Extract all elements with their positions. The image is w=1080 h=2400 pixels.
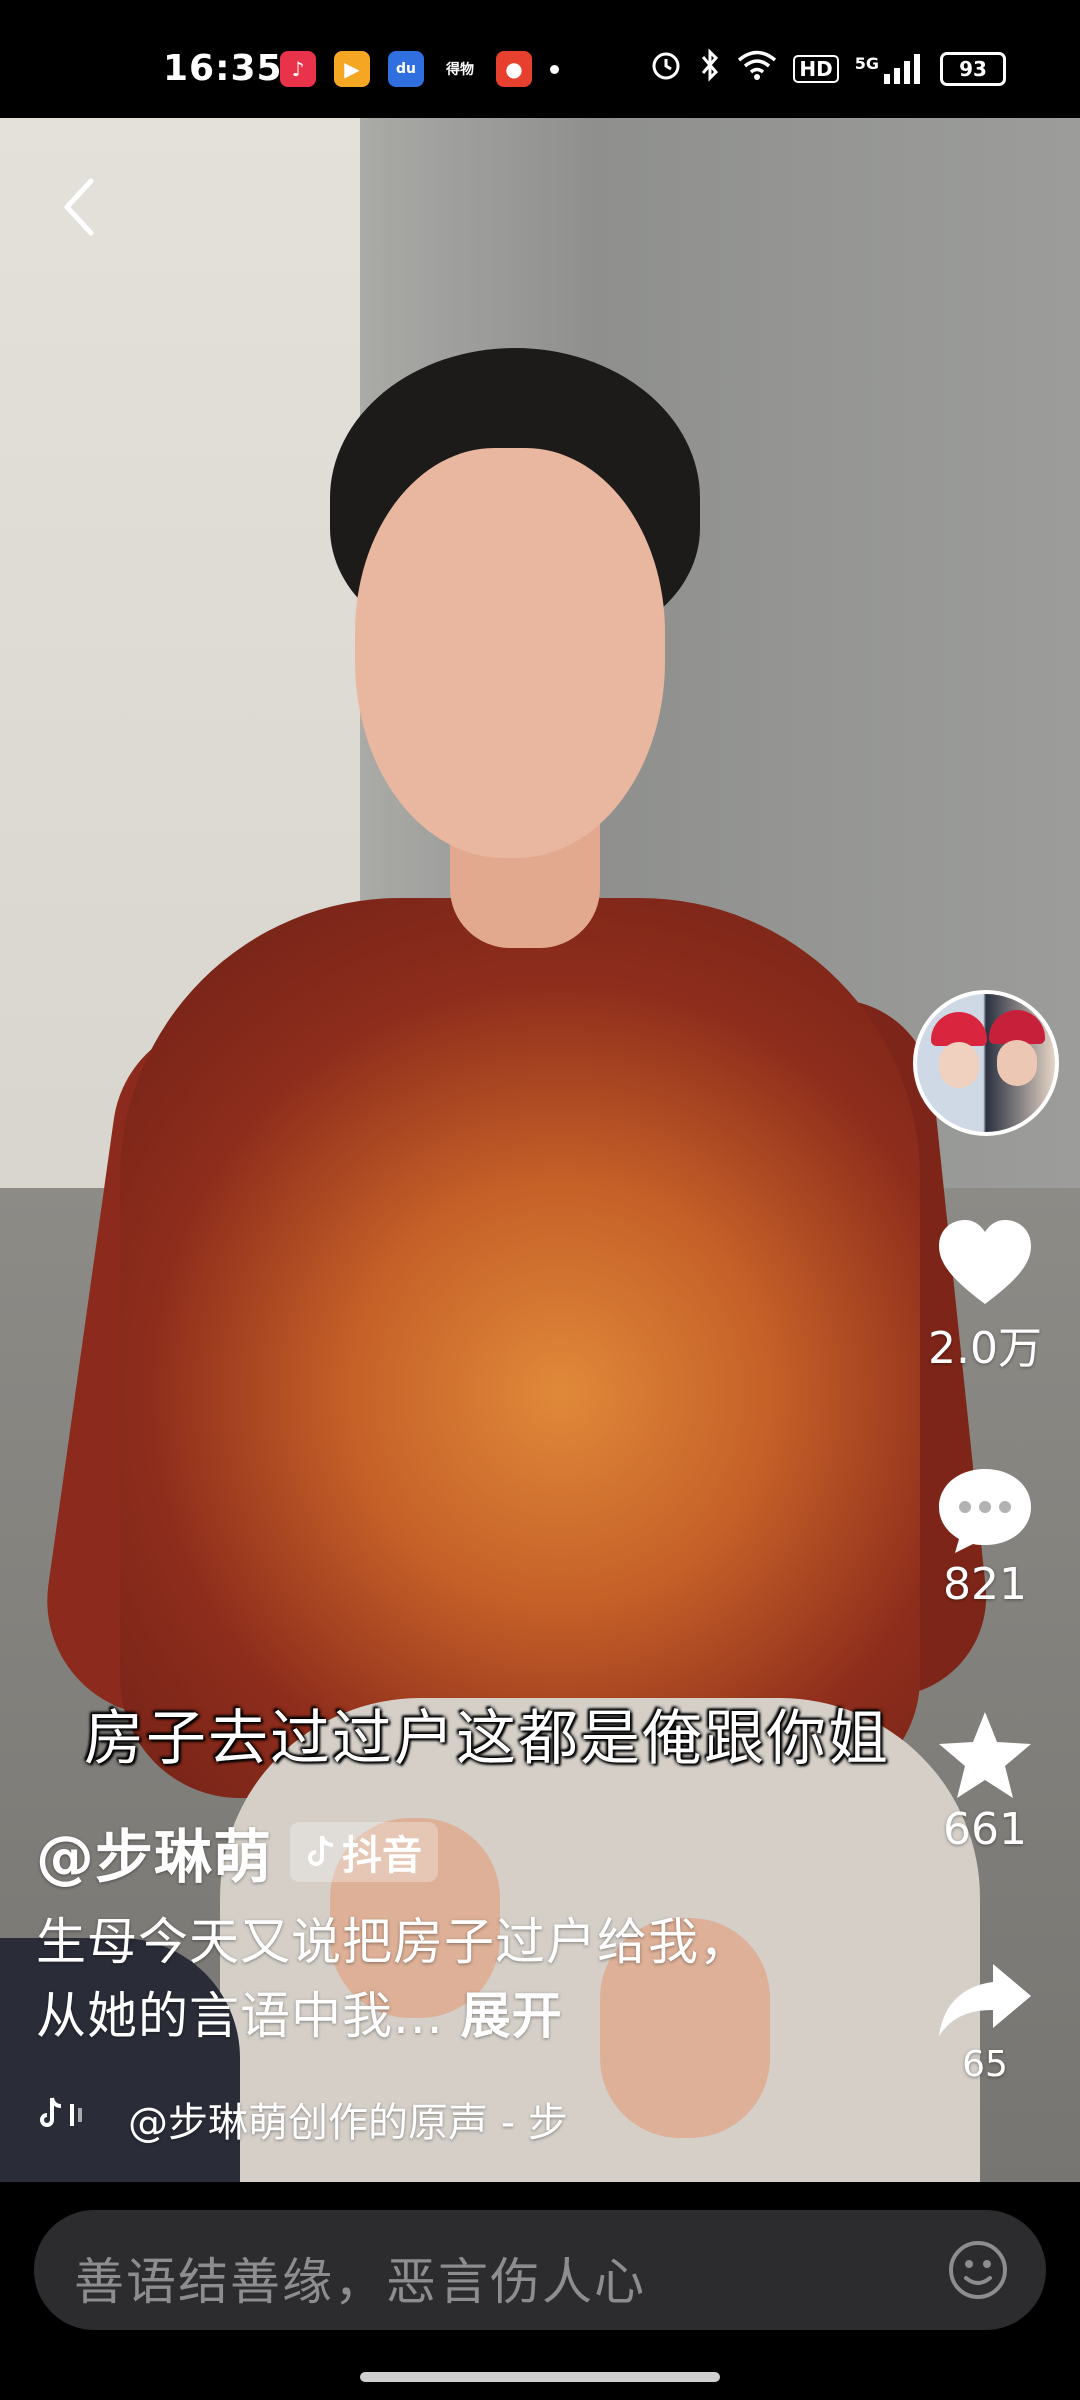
comment-count: 821 <box>943 1559 1027 1610</box>
comment-placeholder: 善语结善缘，恶言伤人心 <box>74 2253 646 2311</box>
author-row: @步琳萌 抖音 <box>36 1810 439 1894</box>
chevron-left-icon <box>64 178 94 236</box>
wifi-icon <box>737 49 777 88</box>
home-indicator[interactable] <box>360 2372 720 2382</box>
douyin-logo-icon <box>308 1835 334 1866</box>
back-button[interactable] <box>44 172 114 242</box>
like-count: 2.0万 <box>928 1323 1042 1374</box>
star-icon <box>939 1712 1031 1798</box>
shopping-app-icon: 得物 <box>442 51 478 87</box>
battery-indicator: 93 <box>940 51 1006 86</box>
video-subtitle: 房子去过过户这都是俺跟你姐 <box>84 1704 890 1774</box>
like-button[interactable]: 2.0万 <box>900 1218 1070 1376</box>
post-description: 生母今天又说把房子过户给我，从她的言语中我... 展开 <box>36 1905 756 2053</box>
baidu-app-icon: du <box>388 51 424 87</box>
music-title: @步琳萌创作的原声 - 步 <box>128 2100 568 2146</box>
favorite-count: 661 <box>943 1804 1027 1855</box>
expand-link[interactable]: 展开 <box>461 1987 563 2045</box>
alarm-icon <box>649 48 683 89</box>
notification-app-icons: ♪ ▶ du 得物 ● <box>280 51 559 87</box>
status-indicators: HD 5G 93 <box>649 48 1006 89</box>
emoji-icon[interactable] <box>946 2238 1010 2302</box>
music-row[interactable]: @步琳萌创作的原声 - 步 <box>38 2090 568 2148</box>
music-note-icon <box>38 2094 128 2144</box>
platform-name: 抖音 <box>342 1833 423 1879</box>
status-time: 16:35 <box>163 48 283 89</box>
description-text: 生母今天又说把房子过户给我，从她的言语中我... <box>36 1913 750 2045</box>
signal-icon: 5G <box>855 53 924 84</box>
favorite-button[interactable]: 661 <box>900 1710 1070 1855</box>
share-arrow-icon <box>939 1964 1031 2036</box>
video-app-icon: ▶ <box>334 51 370 87</box>
comment-icon <box>939 1469 1031 1553</box>
heart-icon <box>939 1220 1031 1304</box>
music-app-icon: ♪ <box>280 51 316 87</box>
comment-button[interactable]: 821 <box>900 1465 1070 1610</box>
bluetooth-icon <box>699 48 721 89</box>
bottom-bar: 善语结善缘，恶言伤人心 <box>0 2182 1080 2400</box>
video-subject-face <box>355 448 665 858</box>
status-bar: 16:35 ♪ ▶ du 得物 ● HD 5G 93 <box>0 0 1080 118</box>
platform-badge: 抖音 <box>290 1822 439 1882</box>
author-name[interactable]: @步琳萌 <box>36 1810 272 1894</box>
share-count: 65 <box>962 2044 1008 2085</box>
author-avatar[interactable] <box>913 990 1059 1136</box>
share-button[interactable]: 65 <box>900 1960 1070 2085</box>
news-app-icon: ● <box>496 51 532 87</box>
comment-input[interactable]: 善语结善缘，恶言伤人心 <box>34 2210 1046 2330</box>
hd-icon: HD <box>793 54 839 83</box>
more-notifications-dot <box>550 64 559 74</box>
video-subject-shirt <box>120 898 920 1798</box>
